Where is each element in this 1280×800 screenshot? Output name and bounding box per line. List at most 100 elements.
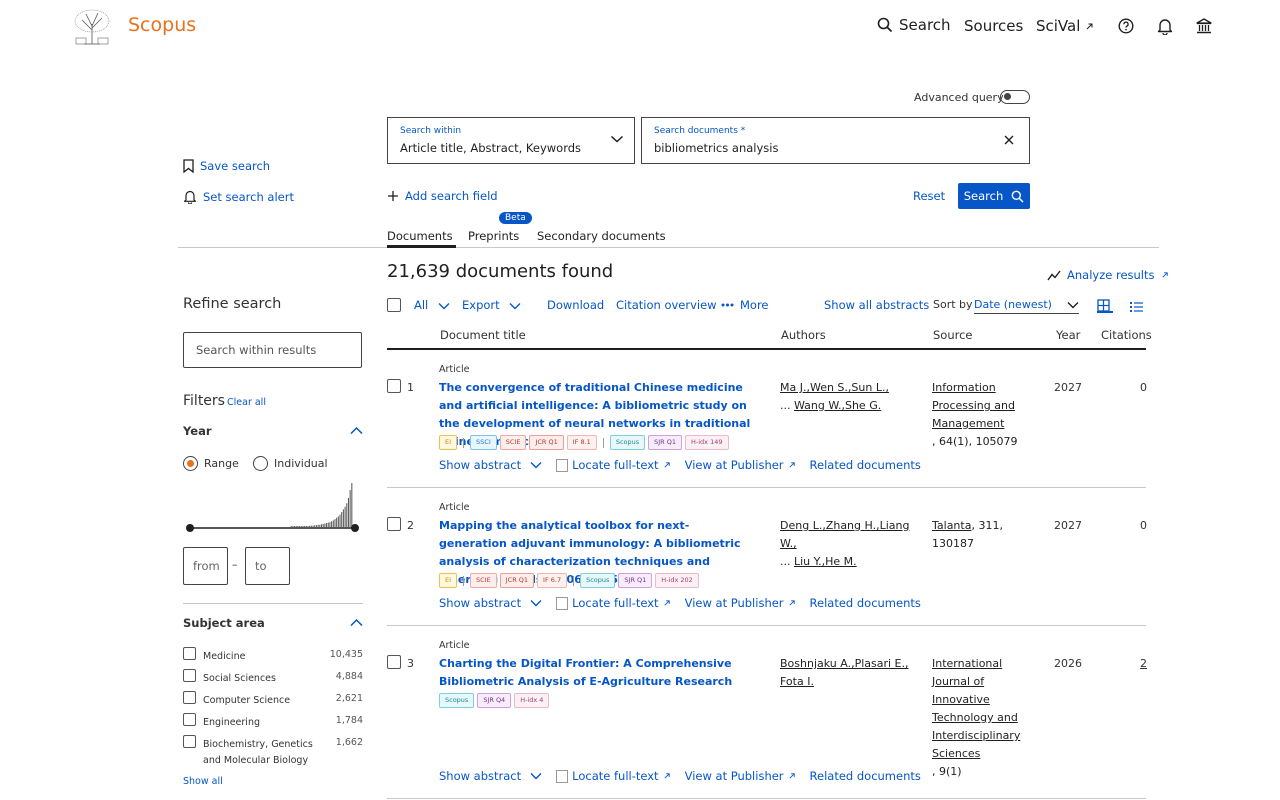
export-label: Export [462, 298, 500, 312]
view-at-publisher-link[interactable]: View at Publisher [685, 458, 796, 472]
author-link[interactable]: Boshnjaku A.,Plasari E., [780, 657, 909, 670]
author-link[interactable]: Liu Y.,He M. [794, 555, 857, 568]
subject-checkbox[interactable] [183, 647, 196, 660]
save-search-button[interactable]: Save search [183, 159, 270, 173]
tab-secondary-documents[interactable]: Secondary documents [537, 229, 666, 243]
col-document-title[interactable]: Document title [440, 328, 526, 342]
tab-preprints[interactable]: Preprints [468, 229, 519, 243]
add-search-field-button[interactable]: Add search field [387, 189, 498, 203]
search-within-label: Search within [400, 126, 462, 136]
histogram-bar [307, 526, 309, 527]
notifications-button[interactable] [1156, 17, 1174, 39]
search-within-results-field[interactable] [183, 332, 362, 368]
year-from-input[interactable]: from [183, 547, 228, 585]
subject-name: Medicine [203, 651, 246, 662]
grid-view-button[interactable] [1097, 297, 1113, 313]
search-within-select[interactable]: Search within Article title, Abstract, K… [387, 117, 635, 164]
tabs-divider [178, 247, 1159, 248]
search-button[interactable]: Search [958, 183, 1030, 209]
view-at-publisher-link[interactable]: View at Publisher [685, 769, 796, 783]
show-abstract-button[interactable]: Show abstract [439, 596, 542, 610]
range-radio-option[interactable]: Range [183, 456, 239, 471]
locate-full-text-link[interactable]: Locate full-text [556, 596, 670, 610]
institution-button[interactable] [1195, 17, 1213, 39]
individual-radio-option[interactable]: Individual [253, 456, 328, 471]
clear-all-filters-link[interactable]: Clear all [227, 397, 266, 408]
subject-checkbox[interactable] [183, 669, 196, 682]
sort-by-label: Sort by [933, 298, 973, 311]
result-checkbox[interactable] [387, 517, 401, 531]
citation-overview-button[interactable]: Citation overview [616, 298, 717, 312]
result-checkbox[interactable] [387, 655, 401, 669]
search-documents-field[interactable]: Search documents * bibliometrics analysi… [641, 117, 1030, 164]
year-to-input[interactable]: to [245, 547, 290, 585]
author-link[interactable]: Fota I. [780, 675, 814, 688]
show-abstract-button[interactable]: Show abstract [439, 458, 542, 472]
close-icon[interactable] [1003, 134, 1015, 146]
nav-sources-link[interactable]: Sources [964, 17, 1023, 35]
search-within-results-input[interactable] [184, 333, 361, 367]
chevron-up-icon[interactable] [350, 618, 363, 627]
show-all-subjects-link[interactable]: Show all [183, 776, 223, 787]
related-documents-link[interactable]: Related documents [810, 596, 921, 610]
col-authors[interactable]: Authors [781, 328, 826, 342]
locate-full-text-link[interactable]: Locate full-text [556, 769, 670, 783]
histogram-bar [304, 526, 306, 527]
related-documents-link[interactable]: Related documents [810, 769, 921, 783]
view-at-publisher-link[interactable]: View at Publisher [685, 596, 796, 610]
search-documents-value: bibliometrics analysis [654, 141, 779, 155]
range-radio[interactable] [183, 456, 198, 471]
locate-label: Locate full-text [572, 769, 659, 783]
set-alert-button[interactable]: Set search alert [183, 189, 294, 204]
subject-area-title[interactable]: Subject area [183, 616, 265, 630]
histogram-bar [321, 524, 323, 527]
result-source: International Journal of Innovative Tech… [932, 655, 1032, 781]
external-link-icon [664, 600, 670, 606]
elsevier-logo[interactable] [70, 8, 114, 46]
sort-select[interactable]: Date (newest) [974, 298, 1079, 314]
histogram-bar [334, 519, 336, 527]
show-abstract-button[interactable]: Show abstract [439, 769, 542, 783]
col-year[interactable]: Year [1056, 328, 1080, 342]
author-link[interactable]: Ma J.,Wen S.,Sun L., [780, 381, 889, 394]
col-citations[interactable]: Citations [1101, 328, 1152, 342]
more-button[interactable]: More [721, 298, 769, 312]
show-all-abstracts-button[interactable]: Show all abstracts [824, 298, 929, 312]
result-checkbox[interactable] [387, 379, 401, 393]
reset-button[interactable]: Reset [913, 189, 945, 203]
source-link[interactable]: International Journal of Innovative Tech… [932, 657, 1020, 760]
advanced-query-toggle[interactable] [1000, 90, 1030, 104]
chevron-up-icon[interactable] [350, 426, 363, 435]
scopus-brand[interactable]: Scopus [128, 14, 196, 36]
year-range-end-handle[interactable] [351, 524, 359, 532]
year-range-dash: – [232, 558, 238, 571]
all-dropdown[interactable]: All [414, 298, 450, 312]
tab-documents[interactable]: Documents [387, 229, 453, 243]
download-button[interactable]: Download [547, 298, 604, 312]
chevron-down-icon [530, 462, 542, 469]
subject-checkbox[interactable] [183, 735, 196, 748]
list-view-button[interactable] [1130, 298, 1143, 317]
locate-full-text-link[interactable]: Locate full-text [556, 458, 670, 472]
export-dropdown[interactable]: Export [462, 298, 521, 312]
source-link[interactable]: Information Processing and Management [932, 381, 1015, 430]
result-citations-link[interactable]: 2 [1140, 657, 1147, 670]
author-link[interactable]: Deng L.,Zhang H.,Liang W., [780, 519, 909, 550]
result-title-link[interactable]: Charting the Digital Frontier: A Compreh… [439, 655, 755, 691]
individual-radio[interactable] [253, 456, 268, 471]
year-filter-title[interactable]: Year [183, 424, 212, 438]
source-link[interactable]: Talanta [932, 519, 971, 532]
select-all-checkbox[interactable] [387, 298, 401, 312]
result-authors: Deng L.,Zhang H.,Liang W., ... Liu Y.,He… [780, 517, 920, 571]
author-link[interactable]: Wang W.,She G. [794, 399, 881, 412]
related-documents-link[interactable]: Related documents [810, 458, 921, 472]
help-button[interactable] [1118, 18, 1134, 38]
year-range-start-handle[interactable] [186, 524, 194, 532]
col-source[interactable]: Source [933, 328, 973, 342]
subject-checkbox[interactable] [183, 713, 196, 726]
nav-search-link[interactable]: Search [877, 16, 951, 34]
external-link-icon [1161, 272, 1168, 278]
nav-scival-link[interactable]: SciVal [1036, 17, 1094, 35]
subject-checkbox[interactable] [183, 691, 196, 704]
analyze-results-link[interactable]: Analyze results [1047, 268, 1169, 282]
